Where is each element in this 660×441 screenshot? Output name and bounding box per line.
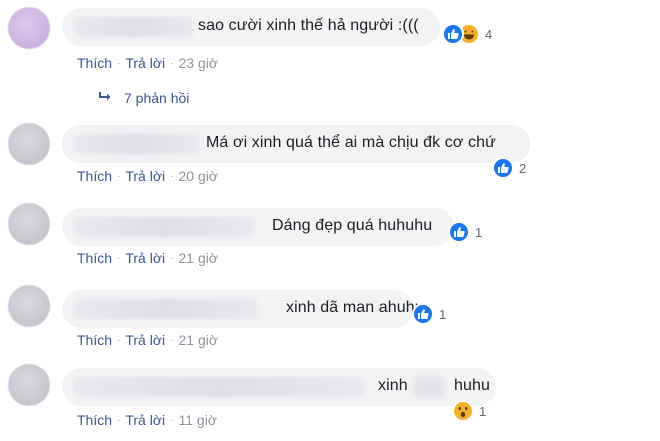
reaction-summary[interactable]: 1 [412,303,446,325]
comment-bubble: xinh huhu [62,368,496,406]
avatar[interactable] [8,285,50,327]
like-link[interactable]: Thích [77,55,112,71]
comment-actions: Thích · Trả lời · 20 giờ [77,168,218,184]
separator-dot: · [117,414,121,426]
separator-dot: · [117,170,121,182]
reply-arrow-icon [98,90,112,106]
comment-text-blurred [414,376,444,398]
reply-link[interactable]: Trả lời [125,412,165,428]
comment-bubble: xinh dã man ahuhu [62,290,424,328]
avatar[interactable] [8,7,50,49]
reaction-summary[interactable]: 1 [452,400,486,422]
comment-actions: Thích · Trả lời · 21 giờ [77,250,218,266]
separator-dot: · [170,170,174,182]
comment-text: Dáng đẹp quá huhuhu [272,217,433,234]
replies-count-label: 7 phản hồi [124,90,190,106]
reaction-count: 2 [519,160,527,176]
commenter-name-blurred[interactable] [74,377,364,397]
reaction-count: 1 [439,306,447,322]
reply-link[interactable]: Trả lời [125,168,165,184]
comment-text: xinh dã man ahuhu [286,299,424,316]
separator-dot: · [170,414,174,426]
like-link[interactable]: Thích [77,412,112,428]
reaction-count: 1 [475,224,483,240]
like-link[interactable]: Thích [77,250,112,266]
separator-dot: · [117,57,121,69]
reaction-summary[interactable]: 4 [442,23,492,45]
comment-actions: Thích · Trả lời · 11 giờ [77,412,217,428]
like-reaction-icon [412,303,434,325]
avatar[interactable] [8,123,50,165]
reaction-summary[interactable]: 2 [492,157,526,179]
like-reaction-icon [442,23,464,45]
comment-time[interactable]: 23 giờ [178,55,218,71]
reaction-count: 4 [485,26,493,42]
comment-time[interactable]: 20 giờ [178,168,218,184]
reaction-count: 1 [479,403,487,419]
comment-bubble: Má ơi xinh quá thể ai mà chịu đk cơ chứ [62,125,530,163]
comment-text: sao cười xinh thế hả người :((( [198,17,419,34]
separator-dot: · [170,252,174,264]
comment-bubble: Dáng đẹp quá huhuhu [62,208,454,246]
comment-text: Má ơi xinh quá thể ai mà chịu đk cơ chứ [206,134,496,151]
like-reaction-icon [492,157,514,179]
comment-item: xinh dã man ahuhu 1 Thích · Trả lời · 21… [0,282,660,362]
reply-link[interactable]: Trả lời [125,250,165,266]
comment-text-part: huhu [454,377,490,394]
like-link[interactable]: Thích [77,168,112,184]
commenter-name-blurred[interactable] [74,299,258,319]
comment-bubble: sao cười xinh thế hả người :((( [62,8,440,46]
comment-actions: Thích · Trả lời · 21 giờ [77,332,218,348]
comment-text-part: xinh [378,377,408,394]
comment-item: Dáng đẹp quá huhuhu 1 Thích · Trả lời · … [0,200,660,282]
like-link[interactable]: Thích [77,332,112,348]
comment-actions: Thích · Trả lời · 23 giờ [77,55,218,71]
separator-dot: · [170,334,174,346]
commenter-name-blurred[interactable] [74,17,194,37]
comment-time[interactable]: 21 giờ [178,332,218,348]
separator-dot: · [117,252,121,264]
view-replies-link[interactable]: 7 phản hồi [98,90,189,106]
avatar[interactable] [8,203,50,245]
like-reaction-icon [448,221,470,243]
wow-reaction-icon [452,400,474,422]
comment-item: Má ơi xinh quá thể ai mà chịu đk cơ chứ … [0,120,660,200]
separator-dot: · [117,334,121,346]
reaction-summary[interactable]: 1 [448,221,482,243]
comment-item: xinh huhu 1 Thích · Trả lời · 11 giờ [0,362,660,441]
comment-time[interactable]: 11 giờ [178,412,217,428]
separator-dot: · [170,57,174,69]
avatar[interactable] [8,364,50,406]
commenter-name-blurred[interactable] [74,134,200,154]
reply-link[interactable]: Trả lời [125,332,165,348]
commenter-name-blurred[interactable] [74,217,254,237]
comment-time[interactable]: 21 giờ [178,250,218,266]
comment-item: sao cười xinh thế hả người :((( 4 Thích … [0,0,660,120]
reply-link[interactable]: Trả lời [125,55,165,71]
